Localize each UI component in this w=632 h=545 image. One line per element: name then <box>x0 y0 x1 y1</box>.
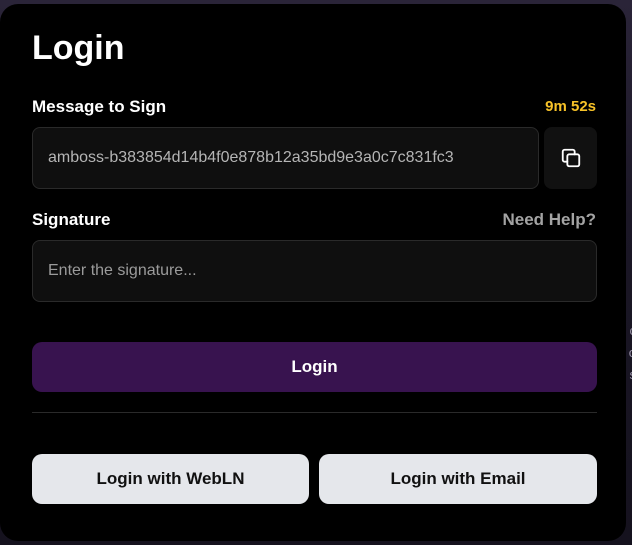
login-with-email-button[interactable]: Login with Email <box>319 454 597 504</box>
need-help-link[interactable]: Need Help? <box>502 210 596 230</box>
background-fragment: s <box>626 364 632 386</box>
signature-label: Signature <box>32 210 111 229</box>
signature-input[interactable] <box>32 240 597 302</box>
copy-button[interactable] <box>544 127 597 189</box>
login-button[interactable]: Login <box>32 342 597 392</box>
background-text-right: c o s <box>626 320 632 386</box>
login-with-webln-button[interactable]: Login with WebLN <box>32 454 309 504</box>
countdown-timer: 9m 52s <box>545 98 596 115</box>
message-to-sign-field[interactable]: amboss-b383854d14b4f0e878b12a35bd9e3a0c7… <box>32 127 539 189</box>
divider <box>32 412 597 413</box>
background-fragment: c <box>626 320 632 342</box>
background-fragment: o <box>626 342 632 364</box>
copy-icon <box>561 148 580 168</box>
message-label: Message to Sign <box>32 97 167 116</box>
modal-title: Login <box>32 29 125 67</box>
login-modal: Login Message to Sign 9m 52s amboss-b383… <box>0 4 626 541</box>
